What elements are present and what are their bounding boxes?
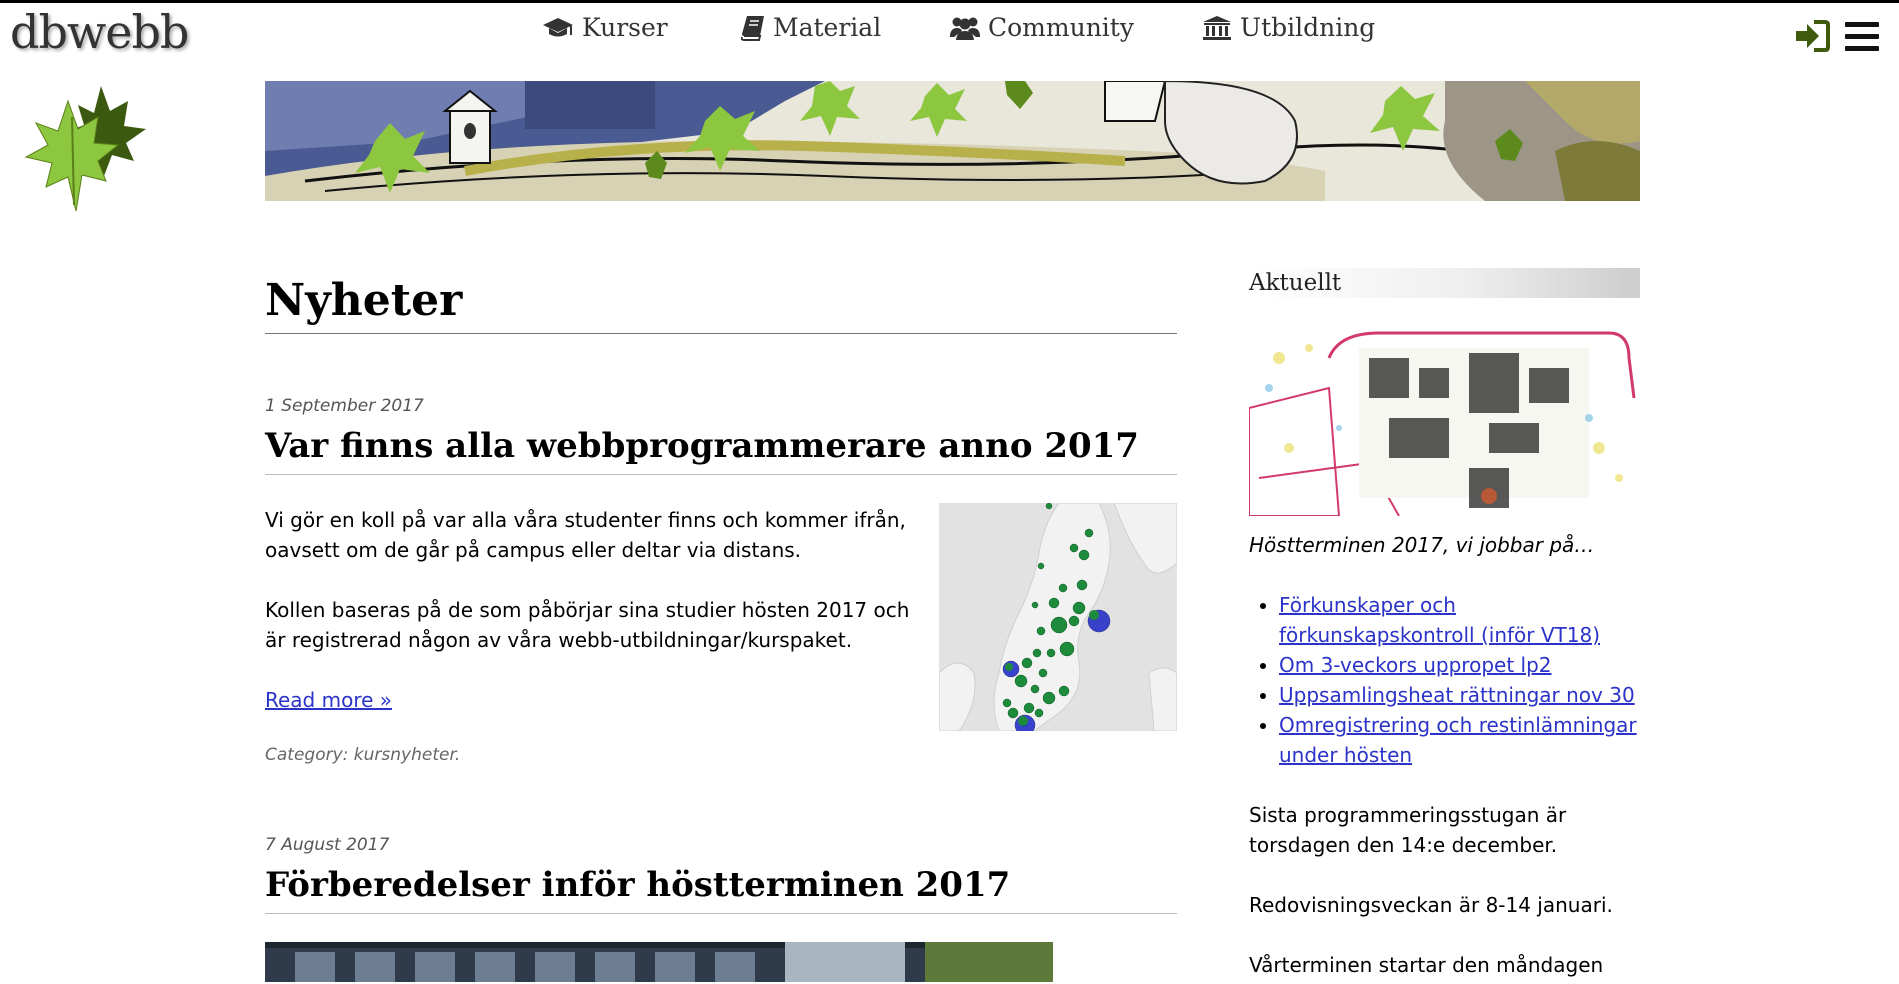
sidebar-link-list: Förkunskaper och förkunskapskontroll (in… <box>1249 590 1640 770</box>
book-icon <box>741 15 764 41</box>
nav-item-material[interactable]: Material <box>741 13 881 42</box>
sign-in-icon[interactable] <box>1794 19 1830 57</box>
maple-leaf-logo <box>6 81 151 220</box>
article-title[interactable]: Förberedelser inför höstterminen 2017 <box>265 863 1177 914</box>
article-date: 7 August 2017 <box>265 835 390 855</box>
sidebar-link[interactable]: Uppsamlingsheat rättningar nov 30 <box>1279 683 1635 707</box>
nav-label-community: Community <box>988 13 1134 42</box>
list-item: Förkunskaper och förkunskapskontroll (in… <box>1279 590 1640 650</box>
nav-item-utbildning[interactable]: Utbildning <box>1202 13 1375 42</box>
list-item: Om 3-veckors uppropet lp2 <box>1279 650 1640 680</box>
hamburger-menu-icon[interactable] <box>1843 19 1881 57</box>
nav-label-utbildning: Utbildning <box>1240 13 1376 42</box>
list-item: Uppsamlingsheat rättningar nov 30 <box>1279 680 1640 710</box>
sidebar-header: Aktuellt <box>1249 268 1640 298</box>
sidebar: Aktuellt Höstterminen 2017, vi jobbar på… <box>1248 268 1640 980</box>
sidebar-paragraph: Sista programmeringsstugan är torsdagen … <box>1249 803 1567 857</box>
read-more-link[interactable]: Read more » <box>265 688 392 712</box>
nav-item-community[interactable]: Community <box>950 13 1134 42</box>
header-banner-image <box>265 81 1640 201</box>
article-paragraph: Vi gör en koll på var alla våra studente… <box>265 508 906 562</box>
main-content: Nyheter 1 September 2017 Var finns alla … <box>265 263 1178 982</box>
article-date: 1 September 2017 <box>265 396 424 416</box>
university-icon <box>1203 15 1231 40</box>
article-body: Vi gör en koll på var alla våra studente… <box>265 502 1178 736</box>
article-paragraph: Kollen baseras på de som påbörjar sina s… <box>265 598 910 652</box>
article-image[interactable] <box>265 942 1053 982</box>
list-item: Omregistrering och restinlämningar under… <box>1279 710 1640 770</box>
nav-label-kurser: Kurser <box>582 13 668 42</box>
sidebar-paragraph: Redovisningsveckan är 8-14 januari. <box>1249 893 1613 917</box>
graduation-cap-icon <box>543 17 573 36</box>
page-title: Nyheter <box>265 273 1177 334</box>
article-card: 1 September 2017 Var finns alla webbprog… <box>265 396 1178 765</box>
users-icon <box>950 17 980 40</box>
nav-label-material: Material <box>773 13 882 42</box>
sidebar-link[interactable]: Omregistrering och restinlämningar under… <box>1279 713 1637 767</box>
main-nav: Kurser Material Community Utbildning <box>0 13 1899 53</box>
sidebar-link[interactable]: Om 3-veckors uppropet lp2 <box>1279 653 1552 677</box>
sidebar-link[interactable]: Förkunskaper och förkunskapskontroll (in… <box>1279 593 1600 647</box>
article-category: Category: kursnyheter. <box>265 745 461 765</box>
article-card: 7 August 2017 Förberedelser inför höstte… <box>265 835 1177 982</box>
sweden-map-image[interactable] <box>938 502 1178 736</box>
sidebar-paragraph: Vårterminen startar den måndagen <box>1249 953 1604 977</box>
nav-item-kurser[interactable]: Kurser <box>542 13 668 42</box>
article-title[interactable]: Var finns alla webbprogrammerare anno 20… <box>265 424 1177 475</box>
sidebar-caption: Höstterminen 2017, vi jobbar på… <box>1249 533 1595 557</box>
sidebar-image[interactable] <box>1248 328 1640 517</box>
